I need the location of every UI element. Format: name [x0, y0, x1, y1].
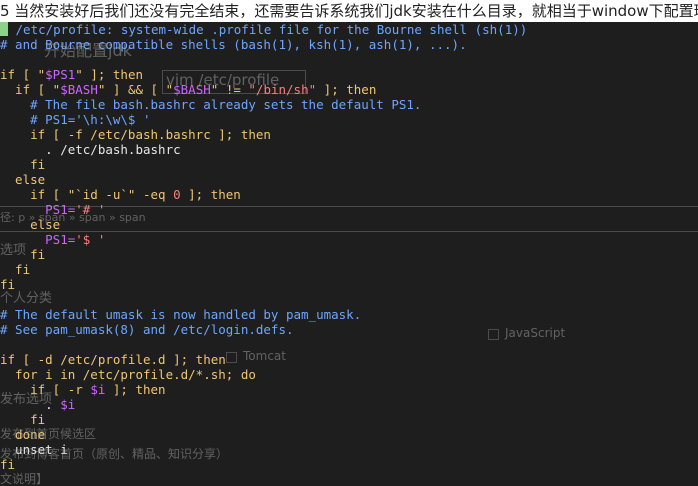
code-token: # See pam_umask(8) and /etc/login.defs.: [0, 322, 294, 337]
code-line: . /etc/bash.bashrc: [0, 142, 181, 157]
tomcat-ghost: Tomcat: [243, 349, 286, 363]
code-token: $BASH: [60, 82, 98, 97]
code-line: if [ "`id -u`" -eq 0 ]; then: [0, 187, 241, 202]
terminal-window[interactable]: 5 当然安装好后我们还没有完全结束，还需要告诉系统我们jdk安装在什么目录，就相…: [0, 0, 698, 486]
code-token: fi: [0, 262, 31, 277]
category-ghost: 个人分类: [0, 291, 53, 306]
code-token: . /etc/bash.bashrc: [0, 142, 181, 157]
code-line: # See pam_umask(8) and /etc/login.defs.: [0, 322, 294, 337]
code-token: 0: [173, 187, 181, 202]
code-token: " ]; then: [75, 67, 143, 82]
code-line: # PS1='\h:\w\$ ': [0, 112, 151, 127]
code-line: # The file bash.bashrc already sets the …: [0, 97, 421, 112]
code-token: ]; then: [105, 382, 166, 397]
checkbox-javascript[interactable]: [488, 329, 499, 340]
code-line: if [ -f /etc/bash.bashrc ]; then: [0, 127, 271, 142]
ghost-line3: 文说明】: [0, 472, 49, 486]
code-token: ]; then: [316, 82, 377, 97]
code-token: $i: [60, 397, 76, 412]
code-line: if [ "$PS1" ]; then: [0, 67, 143, 82]
code-token: # PS1='\h:\w\$ ': [0, 112, 151, 127]
code-token: fi: [0, 157, 46, 172]
code-token: if [ "`id -u`" -eq: [0, 187, 174, 202]
code-token: else: [0, 172, 46, 187]
code-line: for i in /etc/profile.d/*.sh; do: [0, 367, 256, 382]
code-token: $i: [90, 382, 106, 397]
code-line: fi: [0, 157, 45, 172]
code-token: ]; then: [180, 187, 241, 202]
code-token: fi: [0, 277, 16, 292]
divider-ghost: [0, 206, 698, 232]
article-heading: 5 当然安装好后我们还没有完全结束，还需要告诉系统我们jdk安装在什么目录，就相…: [0, 0, 698, 22]
code-token: if [ ": [0, 82, 61, 97]
config-ghost: 开始配置jdk: [44, 41, 132, 60]
vim-command-box: [162, 70, 306, 94]
javascript-ghost: JavaScript: [505, 326, 566, 340]
code-token: /etc/profile: system-wide .profile file …: [8, 22, 528, 37]
ghost-line2: 发布到博客首页（原创、精品、知识分享）: [0, 447, 229, 461]
publish-ghost: 发布选项: [0, 392, 53, 407]
code-token: if [ ": [0, 67, 46, 82]
code-token: fi: [0, 412, 46, 427]
code-token: if [ -f /etc/bash.bashrc ]; then: [0, 127, 271, 142]
code-token: $PS1: [45, 67, 76, 82]
code-token: # The default umask is now handled by pa…: [0, 307, 362, 322]
code-line: fi: [0, 262, 30, 277]
checkbox-tomcat[interactable]: [226, 352, 237, 363]
code-line: fi: [0, 412, 45, 427]
text-cursor: [0, 22, 8, 36]
code-line: # The default umask is now handled by pa…: [0, 307, 361, 322]
code-line: else: [0, 172, 45, 187]
code-token: if [ -d /etc/profile.d ]; then: [0, 352, 226, 367]
code-token: '$ ': [75, 232, 106, 247]
code-token: for i in /etc/profile.d/*.sh; do: [0, 367, 256, 382]
code-line: fi: [0, 277, 15, 292]
ghost-line1: 发布到首页候选区: [0, 427, 97, 441]
code-line: /etc/profile: system-wide .profile file …: [0, 22, 527, 37]
code-line: if [ -d /etc/profile.d ]; then: [0, 352, 226, 367]
code-token: # The file bash.bashrc already sets the …: [0, 97, 422, 112]
options-ghost: 选项: [0, 243, 27, 258]
